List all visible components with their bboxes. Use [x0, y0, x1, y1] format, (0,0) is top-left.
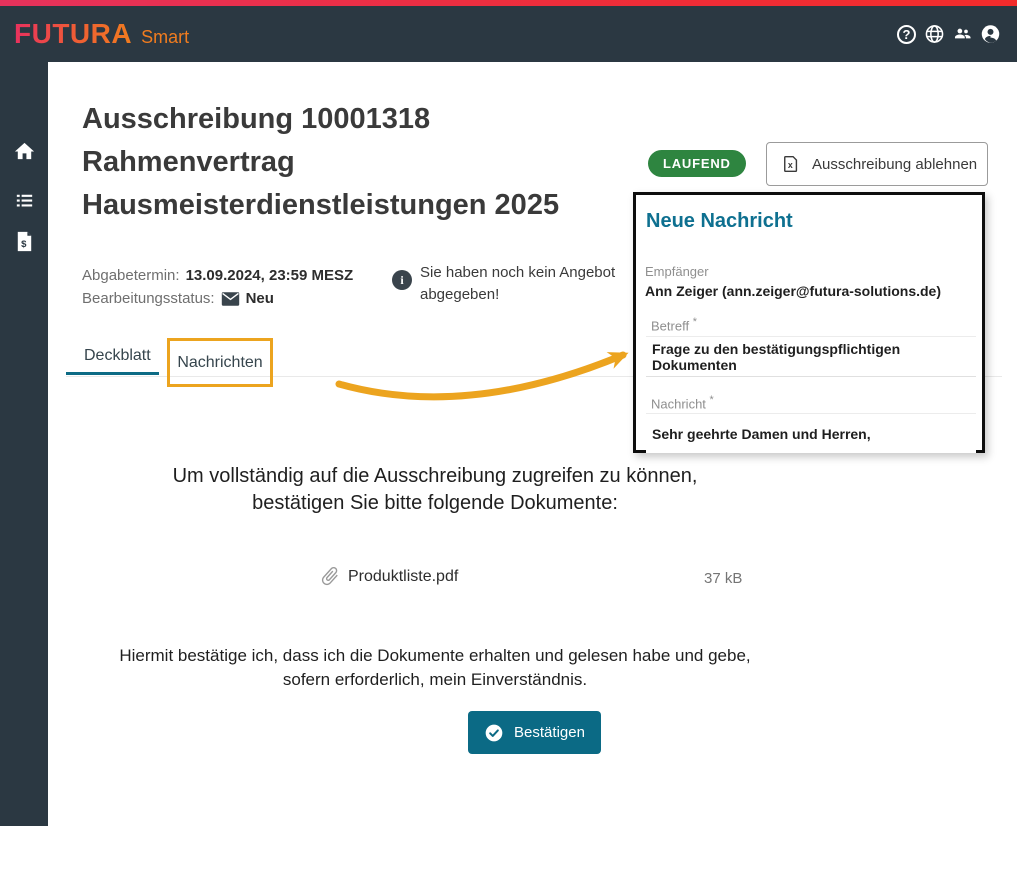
title-line-1: Ausschreibung 10001318: [82, 98, 662, 141]
offer-info-line-2: abgegeben!: [420, 284, 615, 306]
users-icon[interactable]: [952, 24, 973, 45]
envelope-icon: [221, 291, 240, 307]
message-required-marker: *: [710, 394, 714, 406]
subject-input[interactable]: Frage zu den bestätigungspflichtigen Dok…: [646, 336, 976, 377]
message-value: Sehr geehrte Damen und Herren,: [652, 426, 871, 442]
deadline-label: Abgabetermin:: [82, 267, 180, 284]
globe-icon[interactable]: [924, 24, 945, 45]
offer-info-line-1: Sie haben noch kein Angebot: [420, 262, 615, 284]
check-circle-icon: [484, 723, 504, 743]
processing-status-value: Neu: [246, 290, 274, 307]
sidebar: $: [0, 62, 48, 826]
annotation-arrow: [335, 348, 637, 404]
new-message-panel: Neue Nachricht Empfänger Ann Zeiger (ann…: [633, 192, 985, 453]
paperclip-icon: [319, 565, 341, 587]
help-icon[interactable]: ?: [896, 24, 917, 45]
attachment-size: 37 kB: [704, 570, 742, 587]
message-input[interactable]: Sehr geehrte Damen und Herren,: [646, 413, 976, 453]
account-icon[interactable]: [980, 24, 1001, 45]
tab-nachrichten-highlight: Nachrichten: [167, 338, 273, 387]
title-line-3: Hausmeisterdienstleistungen 2025: [82, 184, 662, 227]
offer-info-note: Sie haben noch kein Angebot abgegeben!: [420, 262, 615, 306]
processing-status-label: Bearbeitungsstatus:: [82, 290, 215, 307]
message-label: Nachricht *: [651, 394, 714, 411]
expand-sidebar-icon[interactable]: [13, 848, 36, 871]
reject-tender-button[interactable]: x Ausschreibung ablehnen: [766, 142, 988, 186]
tab-deckblatt[interactable]: Deckblatt: [84, 347, 151, 365]
svg-text:x: x: [788, 160, 793, 170]
app-logo: FUTURA Smart: [14, 6, 189, 62]
confirmation-text: Hiermit bestätige ich, dass ich die Doku…: [85, 644, 785, 692]
brand-name: FUTURA: [14, 18, 132, 50]
list-icon[interactable]: [13, 189, 36, 212]
recipient-label: Empfänger: [645, 264, 709, 279]
reject-tender-label: Ausschreibung ablehnen: [812, 156, 977, 173]
instruction-text: Um vollständig auf die Ausschreibung zug…: [85, 463, 785, 517]
deadline-row: Abgabetermin: 13.09.2024, 23:59 MESZ: [82, 267, 353, 284]
info-icon: i: [392, 270, 412, 290]
subject-value: Frage zu den bestätigungspflichtigen Dok…: [652, 341, 976, 373]
page-title: Ausschreibung 10001318 Rahmenvertrag Hau…: [82, 98, 662, 227]
confirmation-line-1: Hiermit bestätige ich, dass ich die Doku…: [85, 644, 785, 668]
appbar-icon-group: ?: [896, 6, 1001, 62]
active-tab-underline: [66, 372, 159, 375]
status-badge: LAUFEND: [648, 150, 746, 177]
instruction-line-2: bestätigen Sie bitte folgende Dokumente:: [85, 490, 785, 517]
app-bar: FUTURA Smart ?: [0, 6, 1017, 62]
processing-status-row: Bearbeitungsstatus: Neu: [82, 290, 274, 307]
home-icon[interactable]: [13, 140, 36, 163]
invoice-icon[interactable]: $: [13, 230, 36, 253]
title-line-2: Rahmenvertrag: [82, 141, 662, 184]
instruction-line-1: Um vollständig auf die Ausschreibung zug…: [85, 463, 785, 490]
tab-nachrichten[interactable]: Nachrichten: [177, 354, 262, 372]
confirm-button[interactable]: Bestätigen: [468, 711, 601, 754]
subject-required-marker: *: [693, 316, 697, 328]
document-x-icon: x: [781, 154, 801, 174]
recipient-value: Ann Zeiger (ann.zeiger@futura-solutions.…: [645, 283, 941, 299]
svg-text:$: $: [21, 239, 27, 250]
confirmation-line-2: sofern erforderlich, mein Einverständnis…: [85, 668, 785, 692]
confirm-button-label: Bestätigen: [514, 724, 585, 741]
deadline-value: 13.09.2024, 23:59 MESZ: [186, 267, 354, 284]
brand-suffix: Smart: [141, 21, 189, 48]
subject-label: Betreff *: [651, 316, 697, 333]
attachment-name[interactable]: Produktliste.pdf: [348, 568, 458, 586]
message-panel-title: Neue Nachricht: [646, 210, 793, 233]
